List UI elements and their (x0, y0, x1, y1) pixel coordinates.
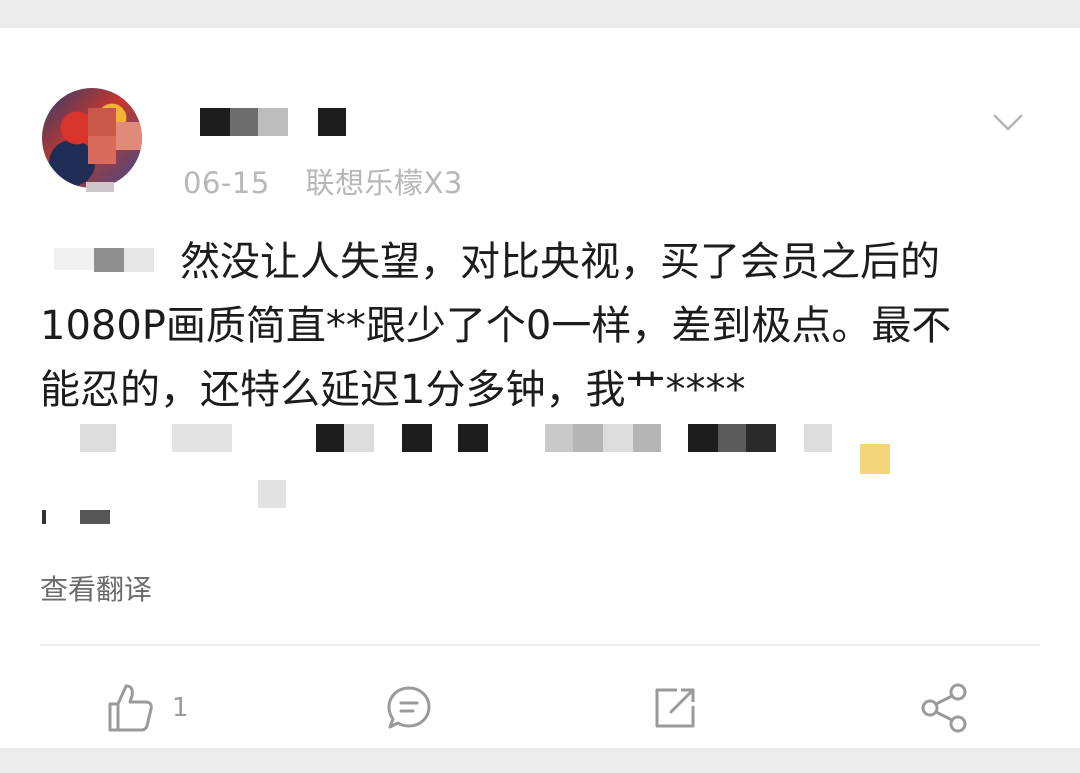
repost-icon (655, 688, 695, 728)
avatar-mosaic (88, 108, 116, 136)
avatar-mosaic (116, 122, 142, 150)
avatar[interactable] (42, 88, 142, 188)
post-text-line: 然没让人失望，对比央视，买了会员之后的 (40, 230, 1040, 294)
text-mosaic (124, 248, 154, 272)
post-date: 06-15 (183, 166, 270, 200)
avatar-mosaic (88, 136, 116, 164)
divider (40, 644, 1040, 646)
view-translation-link[interactable]: 查看翻译 (40, 568, 152, 608)
censored-text-row (40, 480, 1040, 540)
share-icon (921, 683, 967, 733)
repost-button[interactable] (651, 678, 699, 738)
username-mosaic[interactable] (200, 108, 350, 136)
emoji-mosaic (860, 444, 890, 474)
thumbs-up-icon (108, 684, 153, 732)
share-button[interactable] (918, 678, 970, 738)
comment-icon (387, 686, 431, 729)
text-mosaic (94, 248, 124, 272)
post-text-line: 1080P画质简直**跟少了个0一样，差到极点。最不 (40, 303, 952, 349)
post-body: 然没让人失望，对比央视，买了会员之后的 1080P画质简直**跟少了个0一样，差… (40, 230, 1040, 422)
censored-text-row (40, 424, 1040, 474)
action-bar: 1 (0, 668, 1080, 758)
like-button[interactable]: 1 (106, 678, 189, 738)
post-card: 06-15 联想乐檬X3 然没让人失望，对比央视，买了会员之后的 1080P画质… (0, 28, 1080, 748)
like-count: 1 (172, 693, 189, 723)
post-text-line: 能忍的，还特么延迟1分多钟，我艹**** (40, 367, 746, 413)
chevron-down-icon[interactable] (992, 112, 1024, 132)
text-mosaic (54, 248, 94, 270)
avatar-badge (86, 182, 114, 192)
post-device: 联想乐檬X3 (305, 166, 463, 200)
post-meta: 06-15 联想乐檬X3 (183, 160, 463, 202)
comment-button[interactable] (385, 678, 433, 738)
